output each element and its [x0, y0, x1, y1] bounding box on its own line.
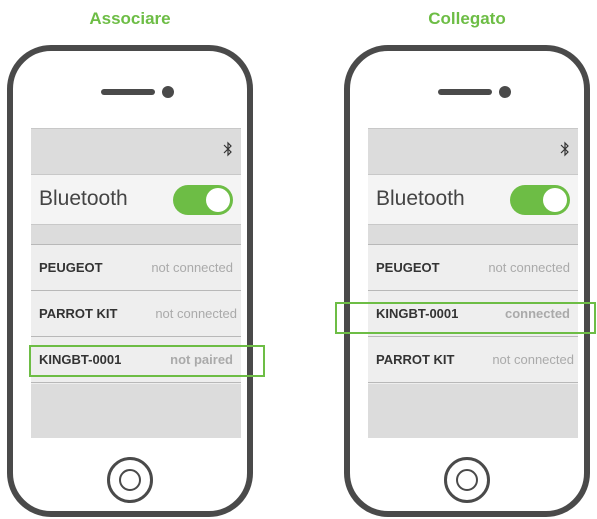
speaker-icon	[101, 89, 155, 95]
screen-bottom-area	[31, 384, 241, 438]
home-button-inner	[456, 469, 478, 491]
status-bar	[368, 128, 578, 175]
phone-screen: Bluetooth PEUGEOT not connected KINGBT-0…	[368, 128, 578, 438]
device-status: not connected	[488, 260, 570, 275]
camera-icon	[162, 86, 174, 98]
bluetooth-setting-row: Bluetooth	[31, 175, 241, 225]
device-row[interactable]: PEUGEOT not connected	[31, 245, 241, 291]
device-status: not connected	[151, 260, 233, 275]
home-button[interactable]	[107, 457, 153, 503]
home-button-inner	[119, 469, 141, 491]
device-row[interactable]: PARROT KIT not connected	[368, 337, 578, 383]
device-row[interactable]: PEUGEOT not connected	[368, 245, 578, 291]
device-name: PARROT KIT	[39, 306, 118, 321]
device-name: PARROT KIT	[376, 352, 455, 367]
highlight-box	[335, 302, 596, 334]
panel-collegato: Collegato Bluetooth PEUGEOT not connecte…	[335, 0, 597, 519]
phone-screen: Bluetooth PEUGEOT not connected PARROT K…	[31, 128, 241, 438]
screen-bottom-area	[368, 384, 578, 438]
device-name: PEUGEOT	[39, 260, 103, 275]
speaker-icon	[438, 89, 492, 95]
toggle-knob	[543, 188, 567, 212]
bluetooth-toggle[interactable]	[510, 185, 570, 215]
home-button[interactable]	[444, 457, 490, 503]
device-status: not connected	[492, 352, 574, 367]
bluetooth-icon	[560, 141, 570, 161]
highlight-box	[29, 345, 265, 377]
panel-title: Collegato	[428, 9, 506, 28]
panel-associare: Associare Bluetooth PEUGEOT not connecte…	[5, 0, 265, 519]
device-row[interactable]: PARROT KIT not connected	[31, 291, 241, 337]
bluetooth-setting-row: Bluetooth	[368, 175, 578, 225]
device-name: PEUGEOT	[376, 260, 440, 275]
device-status: not connected	[155, 306, 237, 321]
section-spacer	[31, 225, 241, 245]
bluetooth-icon	[223, 141, 233, 161]
bluetooth-toggle[interactable]	[173, 185, 233, 215]
bluetooth-label: Bluetooth	[376, 187, 465, 210]
section-spacer	[368, 225, 578, 245]
camera-icon	[499, 86, 511, 98]
toggle-knob	[206, 188, 230, 212]
status-bar	[31, 128, 241, 175]
panel-title: Associare	[89, 9, 171, 28]
bluetooth-label: Bluetooth	[39, 187, 128, 210]
